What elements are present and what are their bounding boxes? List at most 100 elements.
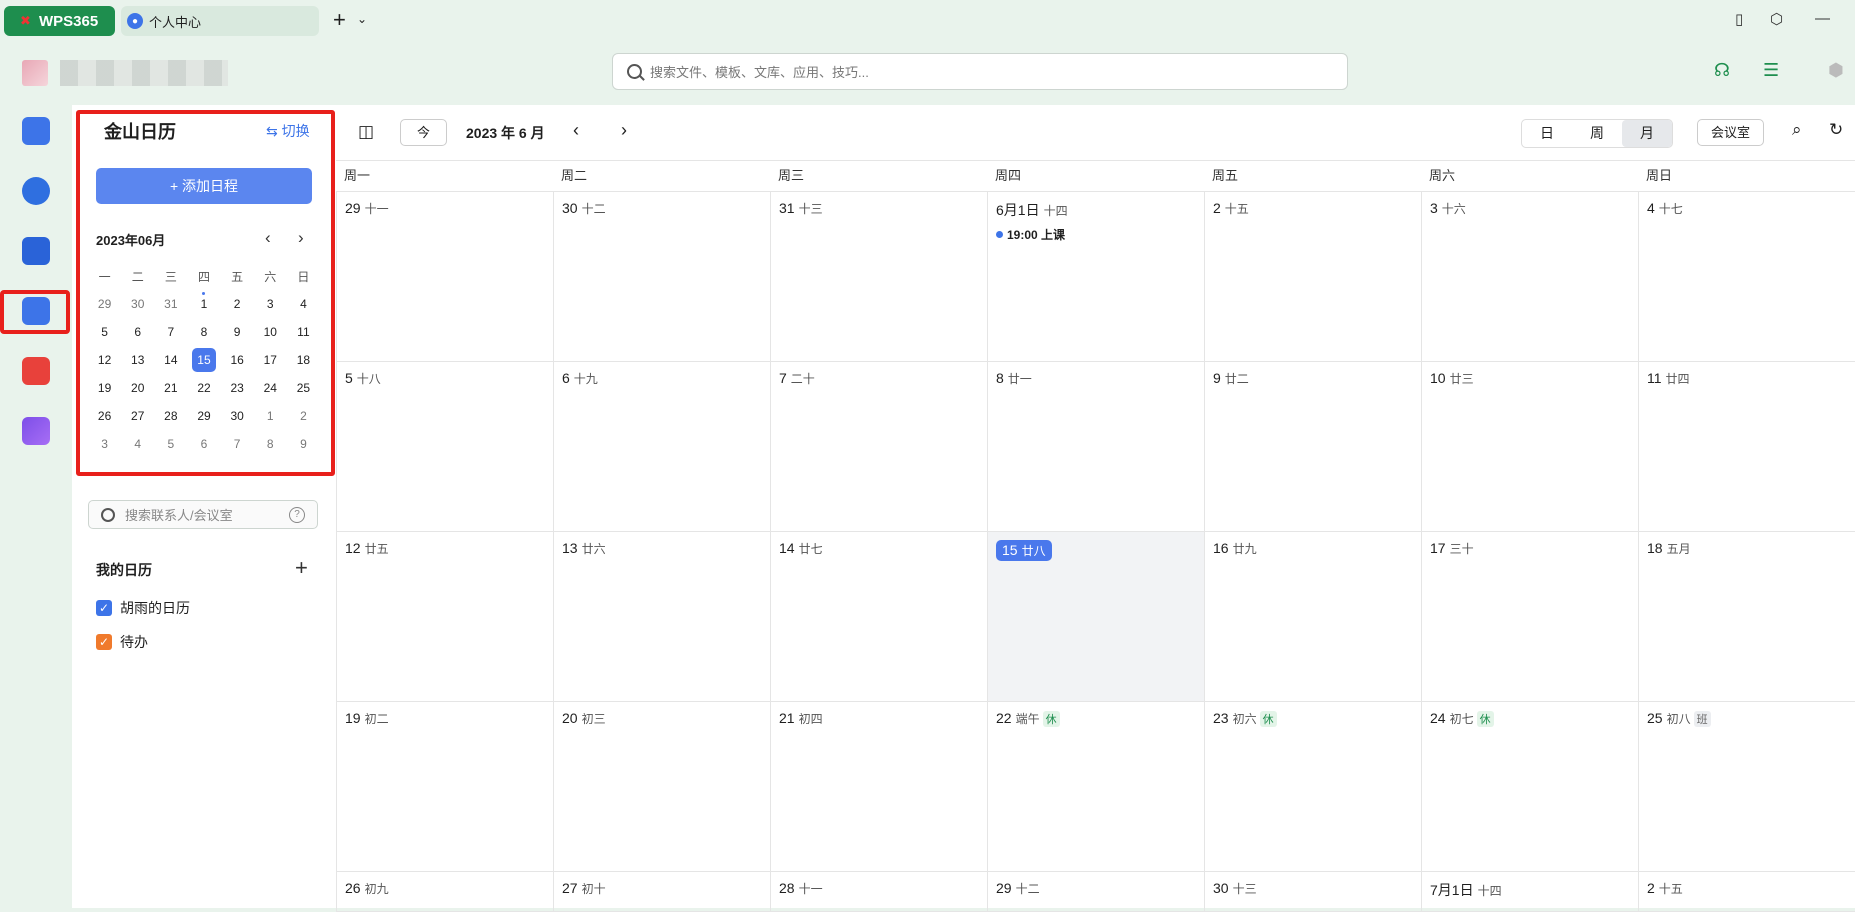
- mini-day[interactable]: 7: [154, 325, 187, 339]
- help-icon[interactable]: ?: [289, 507, 305, 523]
- day-cell[interactable]: 6 十九: [553, 362, 770, 531]
- calendar-item-todo[interactable]: ✓ 待办: [96, 632, 148, 652]
- toggle-sidebar-icon[interactable]: ◫: [358, 122, 374, 142]
- panel-icon[interactable]: ▯: [1735, 10, 1743, 28]
- today-button[interactable]: 今: [400, 119, 447, 146]
- day-cell[interactable]: 24 初七休: [1421, 702, 1638, 871]
- mini-day[interactable]: 6: [187, 437, 220, 451]
- mini-day[interactable]: 20: [121, 381, 154, 395]
- mini-day[interactable]: 9: [287, 437, 320, 451]
- mini-day[interactable]: 22: [187, 381, 220, 395]
- mini-day[interactable]: 27: [121, 409, 154, 423]
- mini-day[interactable]: 13: [121, 353, 154, 367]
- day-cell[interactable]: 18 五月: [1638, 532, 1855, 701]
- new-tab-dropdown-icon[interactable]: ⌄: [357, 12, 367, 26]
- cube-icon[interactable]: ⬡: [1770, 10, 1783, 28]
- mini-day[interactable]: 30: [121, 297, 154, 311]
- day-cell[interactable]: 31 十三: [770, 192, 987, 361]
- menu-icon[interactable]: ☰: [1763, 60, 1779, 81]
- switch-calendar-link[interactable]: ⇆ 切换: [266, 121, 310, 141]
- mini-day[interactable]: 29: [88, 297, 121, 311]
- day-cell[interactable]: 30 十三: [1204, 872, 1421, 911]
- docs-app-icon[interactable]: [22, 117, 50, 145]
- mini-day[interactable]: 28: [154, 409, 187, 423]
- view-day-button[interactable]: 日: [1522, 120, 1572, 147]
- day-cell[interactable]: 17 三十: [1421, 532, 1638, 701]
- mini-day[interactable]: 26: [88, 409, 121, 423]
- mini-day[interactable]: 7: [221, 437, 254, 451]
- refresh-icon[interactable]: ↻: [1829, 120, 1843, 140]
- mini-day[interactable]: 12: [88, 353, 121, 367]
- day-cell[interactable]: 21 初四: [770, 702, 987, 871]
- wps365-tab[interactable]: ✖ WPS365: [4, 6, 115, 36]
- mini-day[interactable]: 8: [254, 437, 287, 451]
- day-cell[interactable]: 28 十一: [770, 872, 987, 911]
- mini-day[interactable]: 24: [254, 381, 287, 395]
- mini-day[interactable]: 8: [187, 325, 220, 339]
- mini-day[interactable]: 1: [187, 292, 220, 311]
- day-cell[interactable]: 11 廿四: [1638, 362, 1855, 531]
- mini-day[interactable]: 18: [287, 353, 320, 367]
- pdf-app-icon[interactable]: [22, 357, 50, 385]
- mini-day[interactable]: 30: [221, 409, 254, 423]
- day-cell[interactable]: 29 十一: [336, 192, 553, 361]
- mini-day[interactable]: 25: [287, 381, 320, 395]
- day-cell[interactable]: 9 廿二: [1204, 362, 1421, 531]
- day-cell[interactable]: 20 初三: [553, 702, 770, 871]
- apps-icon[interactable]: [22, 417, 50, 445]
- mini-day[interactable]: 21: [154, 381, 187, 395]
- chat-app-icon[interactable]: [22, 177, 50, 205]
- calendar-item-personal[interactable]: ✓ 胡雨的日历: [96, 598, 190, 618]
- calendar-event[interactable]: 19:00 上课: [996, 226, 1204, 243]
- mini-prev-month-icon[interactable]: ‹: [265, 228, 271, 248]
- mini-day[interactable]: 14: [154, 353, 187, 367]
- mini-day[interactable]: 10: [254, 325, 287, 339]
- day-cell[interactable]: 22 端午休: [987, 702, 1204, 871]
- mini-day[interactable]: 3: [88, 437, 121, 451]
- mini-day[interactable]: 29: [187, 409, 220, 423]
- checkbox-checked-icon[interactable]: ✓: [96, 634, 112, 650]
- mini-day[interactable]: 6: [121, 325, 154, 339]
- day-cell[interactable]: 23 初六休: [1204, 702, 1421, 871]
- mini-day[interactable]: 2: [287, 409, 320, 423]
- mini-day[interactable]: 11: [287, 325, 320, 339]
- settings-icon[interactable]: ⬢: [1828, 60, 1844, 81]
- day-cell[interactable]: 19 初二: [336, 702, 553, 871]
- day-cell[interactable]: 30 十二: [553, 192, 770, 361]
- mini-day[interactable]: 9: [221, 325, 254, 339]
- mini-day[interactable]: 17: [254, 353, 287, 367]
- mini-next-month-icon[interactable]: ›: [298, 228, 304, 248]
- day-cell[interactable]: 10 廿三: [1421, 362, 1638, 531]
- day-cell[interactable]: 16 廿九: [1204, 532, 1421, 701]
- add-calendar-icon[interactable]: +: [295, 555, 308, 581]
- mini-day[interactable]: 19: [88, 381, 121, 395]
- day-cell[interactable]: 6月1日 十四 19:00 上课: [987, 192, 1204, 361]
- mini-day[interactable]: 4: [287, 297, 320, 311]
- prev-month-icon[interactable]: ‹: [573, 120, 579, 141]
- day-cell[interactable]: 7 二十: [770, 362, 987, 531]
- mini-day[interactable]: 3: [254, 297, 287, 311]
- mini-day[interactable]: 4: [121, 437, 154, 451]
- day-cell[interactable]: 2 十五: [1204, 192, 1421, 361]
- mini-day[interactable]: 31: [154, 297, 187, 311]
- mini-day[interactable]: 5: [154, 437, 187, 451]
- day-cell[interactable]: 15 廿八: [987, 532, 1204, 701]
- view-week-button[interactable]: 周: [1572, 120, 1622, 147]
- global-search-input[interactable]: 搜索文件、模板、文库、应用、技巧...: [612, 53, 1348, 90]
- add-event-button[interactable]: + 添加日程: [96, 168, 312, 204]
- mini-day[interactable]: 23: [221, 381, 254, 395]
- day-cell[interactable]: 14 廿七: [770, 532, 987, 701]
- avatar[interactable]: [22, 60, 48, 86]
- day-cell[interactable]: 7月1日 十四: [1421, 872, 1638, 911]
- day-cell[interactable]: 12 廿五: [336, 532, 553, 701]
- mini-day[interactable]: 16: [221, 353, 254, 367]
- mini-day[interactable]: 5: [88, 325, 121, 339]
- meeting-room-button[interactable]: 会议室: [1697, 119, 1764, 146]
- day-cell[interactable]: 25 初八班: [1638, 702, 1855, 871]
- day-cell[interactable]: 4 十七: [1638, 192, 1855, 361]
- tab-personal-center[interactable]: ● 个人中心: [121, 6, 319, 36]
- search-icon[interactable]: ⌕: [1792, 120, 1802, 140]
- day-cell[interactable]: 2 十五: [1638, 872, 1855, 911]
- contact-search-input[interactable]: 搜索联系人/会议室 ?: [88, 500, 318, 529]
- day-cell[interactable]: 13 廿六: [553, 532, 770, 701]
